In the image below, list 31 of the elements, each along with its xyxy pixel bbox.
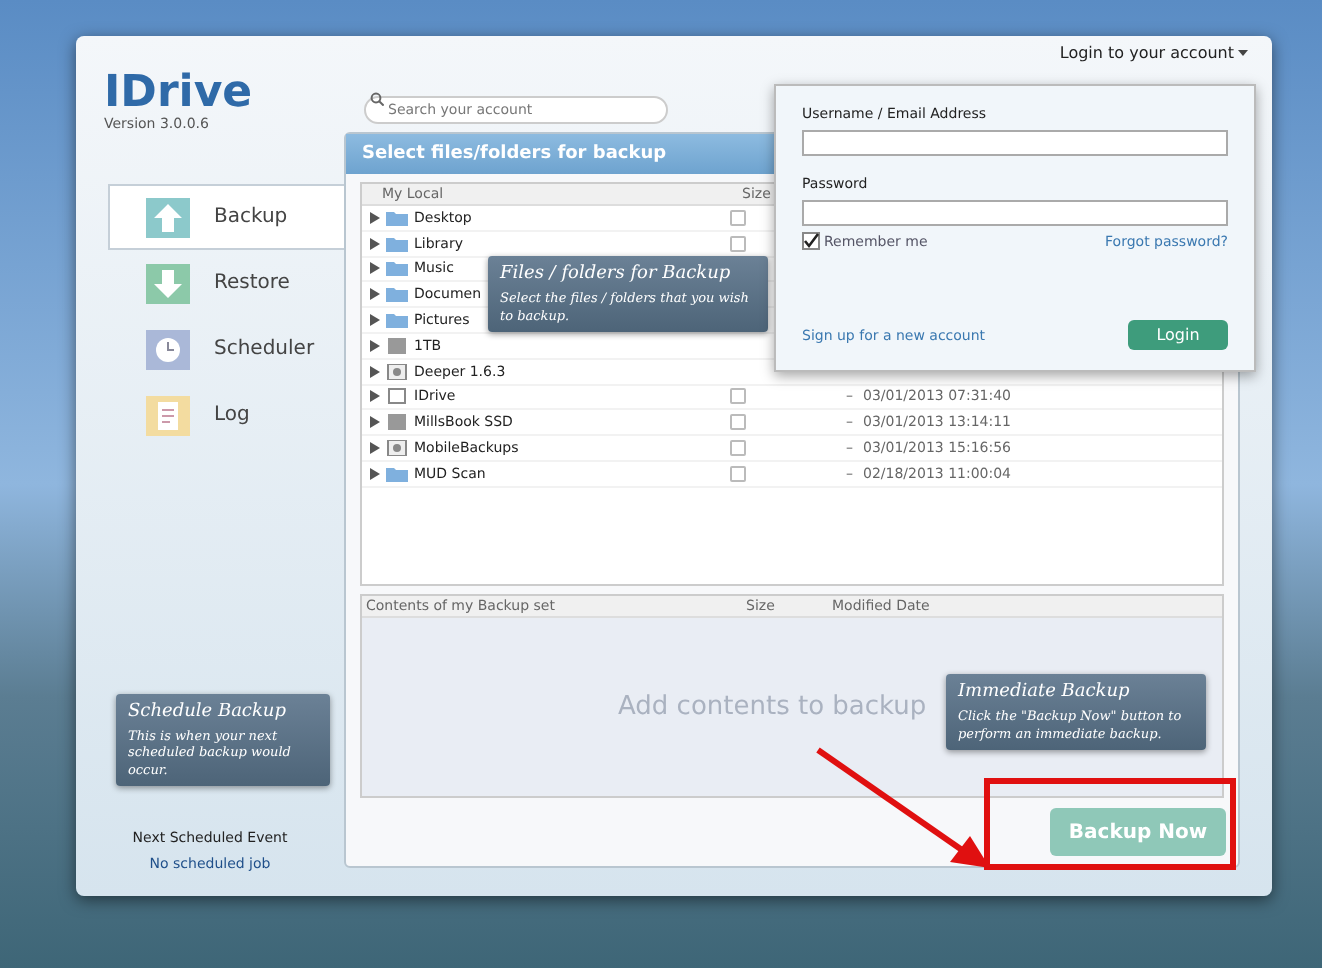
folder-icon <box>386 465 408 482</box>
document-icon <box>146 395 190 435</box>
password-field[interactable] <box>802 200 1228 226</box>
checkbox[interactable] <box>730 209 746 226</box>
caret-icon <box>1238 49 1248 57</box>
login-link[interactable]: Login to your account <box>1059 44 1248 62</box>
folder-icon <box>386 286 408 303</box>
tooltip-title: Files / folders for Backup <box>500 264 733 284</box>
checkbox[interactable] <box>730 465 746 482</box>
nav-item[interactable]: Backup <box>108 184 344 250</box>
nav-item[interactable]: Log <box>108 382 344 448</box>
remember-checkbox[interactable] <box>802 232 820 250</box>
empty-message: Add contents to backup <box>618 692 927 722</box>
folder-icon <box>386 235 408 252</box>
checkbox[interactable] <box>730 235 746 252</box>
search-icon <box>370 91 384 105</box>
checkbox[interactable] <box>730 440 746 457</box>
tooltip-title: Immediate Backup <box>958 682 1132 702</box>
app-logo: IDrive <box>104 72 255 116</box>
clock-icon <box>146 329 190 369</box>
drive-icon <box>386 414 408 431</box>
drive-icon <box>386 337 408 354</box>
nav-item[interactable]: Scheduler <box>108 316 344 382</box>
checkbox[interactable] <box>730 388 746 405</box>
file-icon <box>386 388 408 405</box>
folder-icon <box>386 312 408 329</box>
username-field[interactable] <box>802 130 1228 156</box>
nav-item[interactable]: Restore <box>108 250 344 316</box>
checkbox[interactable] <box>730 414 746 431</box>
tooltip-title: Schedule Backup <box>128 701 288 721</box>
folder-icon <box>386 260 408 277</box>
